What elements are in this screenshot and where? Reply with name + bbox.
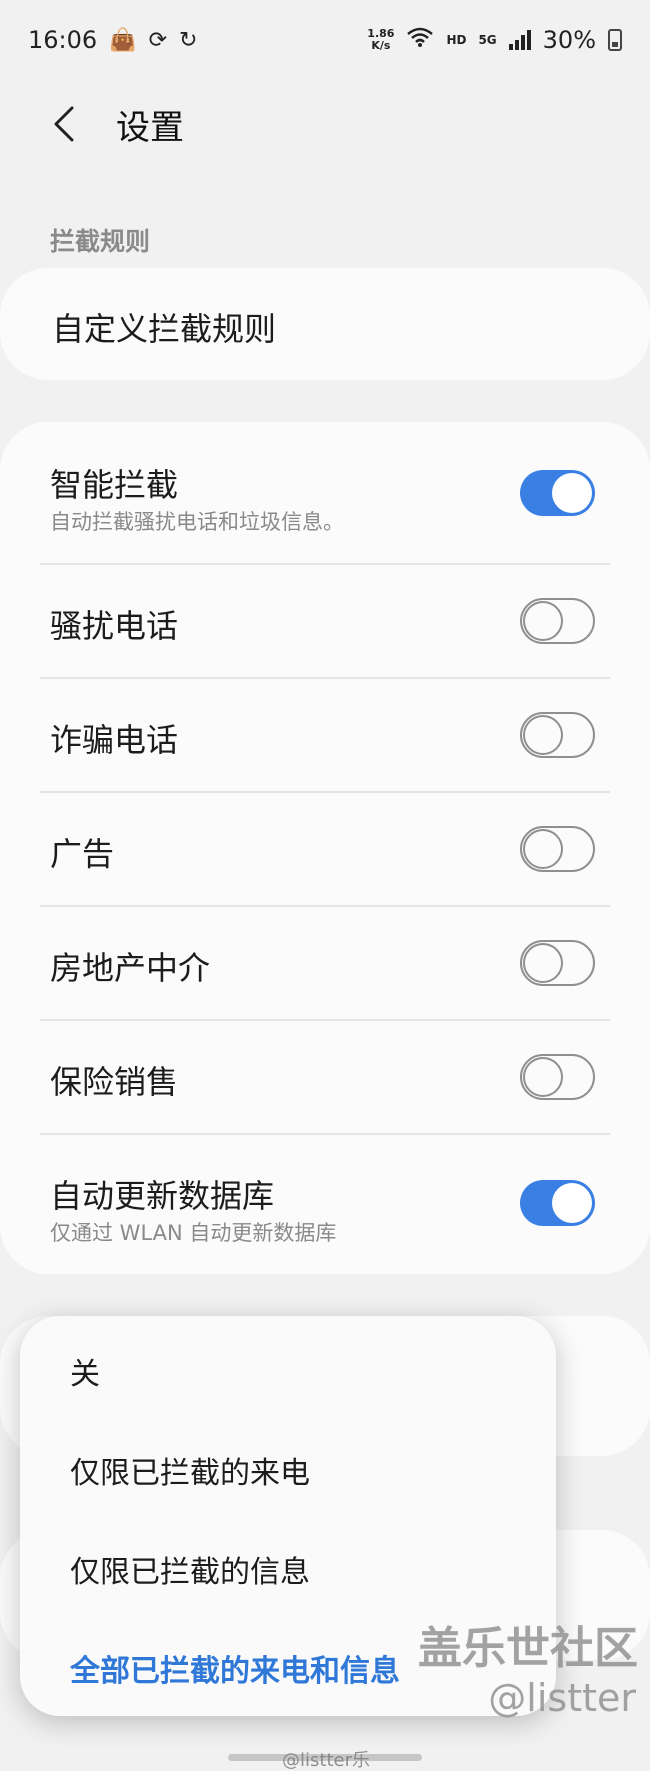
back-button[interactable] <box>44 96 84 152</box>
rule-title: 骚扰电话 <box>50 607 179 645</box>
hd-label: HD <box>446 33 467 47</box>
watermark-bottom: @listter乐 <box>282 1750 370 1771</box>
rules-card: 智能拦截 自动拦截骚扰电话和垃圾信息。 骚扰电话 诈骗电话 广告 房地产中介 保… <box>0 422 650 1274</box>
app-header: 设置 <box>0 92 650 156</box>
battery-icon <box>608 29 622 51</box>
auto-update-toggle[interactable] <box>520 1180 595 1226</box>
rule-title: 自动更新数据库 <box>50 1177 275 1215</box>
back-arrow-icon <box>54 106 74 142</box>
page-title: 设置 <box>116 107 184 148</box>
section-label: 拦截规则 <box>50 227 151 256</box>
watermark-user: @listter <box>488 1676 636 1720</box>
rule-auto-update[interactable]: 自动更新数据库 仅通过 WLAN 自动更新数据库 <box>0 1135 650 1274</box>
toggle-knob <box>523 601 563 641</box>
shopping-bag-icon: 👜 <box>109 27 137 53</box>
toggle-knob <box>552 1183 592 1223</box>
rule-fraud[interactable]: 诈骗电话 <box>0 679 650 791</box>
ads-toggle[interactable] <box>520 826 595 872</box>
fraud-toggle[interactable] <box>520 712 595 758</box>
smart-block-toggle[interactable] <box>520 470 595 516</box>
custom-rules-label: 自定义拦截规则 <box>52 310 277 348</box>
rule-subtitle: 自动拦截骚扰电话和垃圾信息。 <box>50 510 344 534</box>
rule-title: 广告 <box>50 835 115 873</box>
battery-percent: 30% <box>542 26 596 54</box>
harassment-toggle[interactable] <box>520 598 595 644</box>
rule-harassment[interactable]: 骚扰电话 <box>0 565 650 677</box>
rule-title: 智能拦截 <box>50 466 179 504</box>
status-time: 16:06 <box>28 26 98 54</box>
rule-real-estate[interactable]: 房地产中介 <box>0 907 650 1019</box>
toggle-knob <box>523 829 563 869</box>
insurance-toggle[interactable] <box>520 1054 595 1100</box>
popup-option-calls-only[interactable]: 仅限已拦截的来电 <box>70 1448 310 1492</box>
rule-title: 诈骗电话 <box>50 721 179 759</box>
network-type: 5G <box>478 33 497 47</box>
refresh-icon: ↻ <box>179 27 198 53</box>
real-estate-toggle[interactable] <box>520 940 595 986</box>
toggle-knob <box>523 943 563 983</box>
signal-icon <box>508 30 531 50</box>
popup-option-off[interactable]: 关 <box>70 1349 100 1393</box>
rule-smart-block[interactable]: 智能拦截 自动拦截骚扰电话和垃圾信息。 <box>0 422 650 564</box>
rule-ads[interactable]: 广告 <box>0 793 650 905</box>
rule-insurance[interactable]: 保险销售 <box>0 1021 650 1133</box>
rule-subtitle: 仅通过 WLAN 自动更新数据库 <box>50 1221 337 1245</box>
net-speed: 1.86 K/s <box>367 27 395 52</box>
wifi-icon <box>406 26 434 54</box>
sync-icon: ⟳ <box>148 27 168 53</box>
popup-option-all[interactable]: 全部已拦截的来电和信息 <box>70 1646 400 1690</box>
rule-title: 保险销售 <box>50 1063 179 1101</box>
popup-option-messages-only[interactable]: 仅限已拦截的信息 <box>70 1547 310 1591</box>
rule-title: 房地产中介 <box>50 949 211 987</box>
toggle-knob <box>523 1057 563 1097</box>
toggle-knob <box>523 715 563 755</box>
custom-rules-item[interactable]: 自定义拦截规则 <box>0 268 650 380</box>
toggle-knob <box>552 473 592 513</box>
watermark-site: 盖乐世社区 <box>418 1623 638 1674</box>
status-bar: 16:06 👜 ⟳ ↻ 1.86 K/s HD 5G 30% <box>0 0 650 80</box>
